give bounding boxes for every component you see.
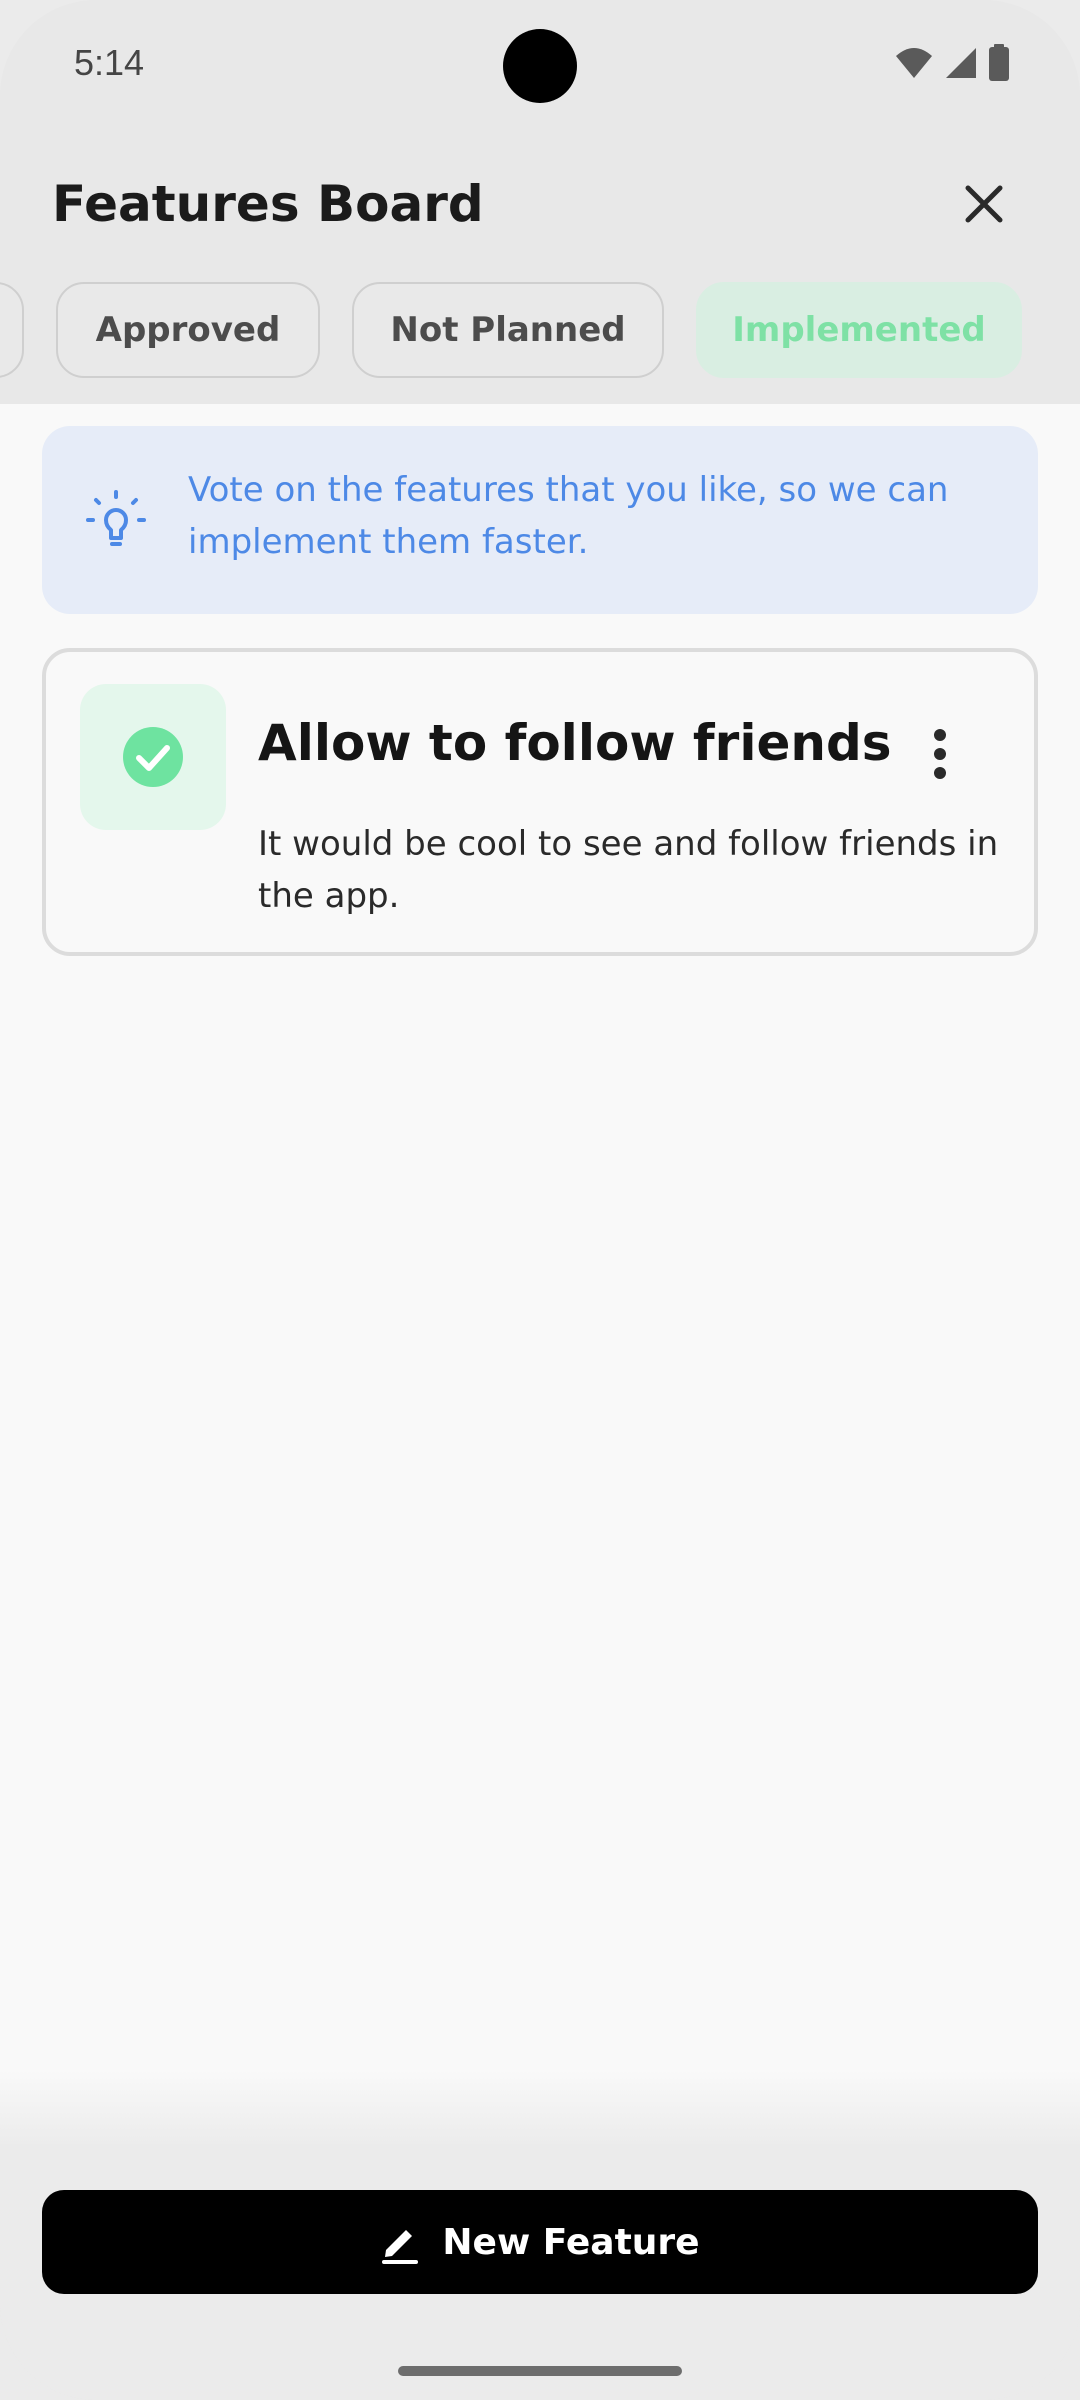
bottom-bar: New Feature	[0, 2144, 1080, 2400]
header: Features Board	[0, 130, 1080, 280]
check-circle-icon	[123, 727, 183, 787]
pencil-icon	[382, 2230, 419, 2264]
info-banner: Vote on the features that you like, so w…	[42, 426, 1038, 614]
tab-implemented[interactable]: Implemented	[696, 282, 1022, 378]
battery-icon	[989, 44, 1009, 81]
new-feature-label: New Feature	[442, 2221, 700, 2263]
info-text: Vote on the features that you like, so w…	[188, 470, 949, 562]
filter-tabs: Approved Not Planned Implemented	[0, 282, 1080, 382]
camera-cutout	[503, 29, 577, 103]
tab-partial[interactable]	[0, 282, 24, 378]
feature-description: It would be cool to see and follow frien…	[258, 824, 999, 916]
feature-card[interactable]: Allow to follow friends It would be cool…	[42, 648, 1038, 956]
close-icon	[965, 185, 1003, 223]
home-indicator[interactable]	[398, 2366, 682, 2376]
status-icons	[894, 44, 1010, 82]
new-feature-button[interactable]: New Feature	[42, 2190, 1038, 2294]
phone-screen: 5:14 Features Board Approved Not Planned…	[0, 0, 1080, 2400]
page-title: Features Board	[52, 175, 484, 233]
status-tile	[80, 684, 226, 830]
more-options-button[interactable]	[916, 718, 964, 790]
close-button[interactable]	[948, 168, 1020, 240]
status-time: 5:14	[74, 42, 145, 83]
status-bar: 5:14	[0, 0, 1080, 130]
lightbulb-icon	[86, 490, 146, 546]
feature-title: Allow to follow friends	[258, 714, 892, 772]
bottom-fade	[0, 2070, 1080, 2150]
content-area: Vote on the features that you like, so w…	[0, 404, 1080, 2144]
tab-not-planned[interactable]: Not Planned	[352, 282, 664, 378]
wifi-icon	[896, 48, 932, 78]
tab-approved[interactable]: Approved	[56, 282, 320, 378]
signal-icon	[946, 48, 976, 78]
more-vertical-icon	[934, 729, 946, 779]
